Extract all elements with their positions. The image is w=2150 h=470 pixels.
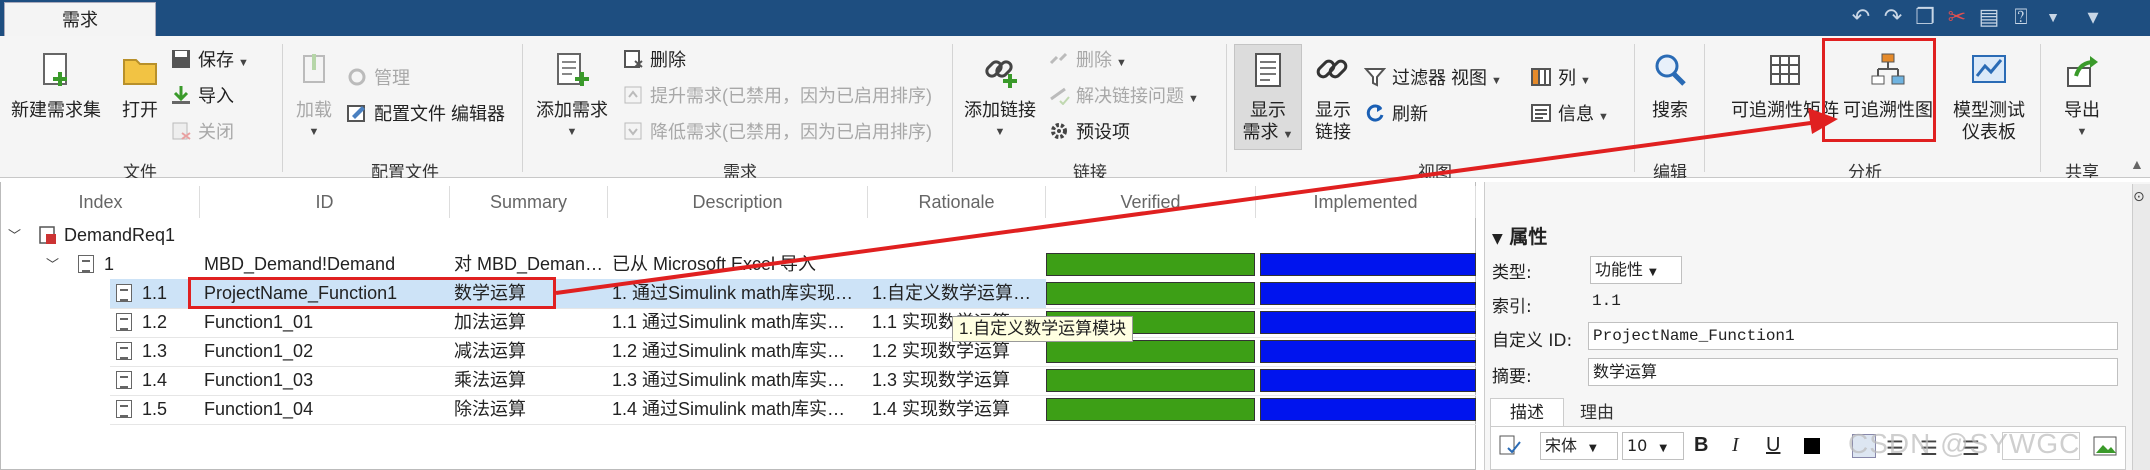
watermark: CSDN @SYWGC [1848, 428, 2081, 459]
annotation-arrow [555, 108, 1838, 295]
